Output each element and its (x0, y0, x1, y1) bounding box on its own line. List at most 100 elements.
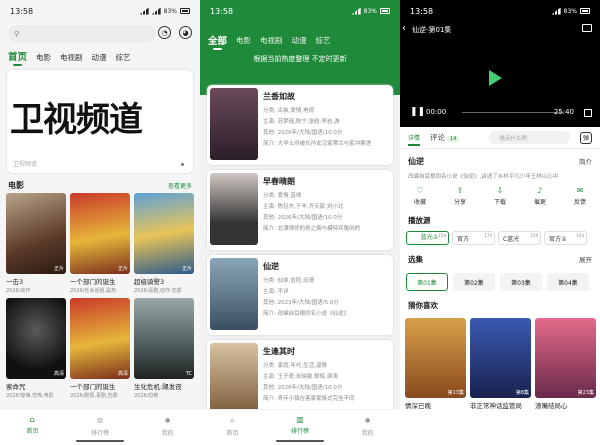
section-title: 电影 (8, 180, 24, 190)
show-description: 改编自耳根同名小说《仙逆》,讲述了乡村平凡少年王林以心中 (408, 174, 559, 180)
list-item[interactable]: 仙逆 分类: 仙侠,冒险,动漫 主演: 不详 其他: 2023年/大陆/国语/5.0分… (207, 255, 393, 335)
cast-icon[interactable] (582, 24, 592, 32)
recommend-list: 第13集 情深已晚 第8集 非正常神话监管局 第23集 渣嘴结局心 (400, 318, 600, 410)
history-icon[interactable]: ◔ (158, 26, 171, 39)
card-title: 索命咒 (6, 383, 26, 391)
danmaku-icon[interactable]: 弹 (580, 131, 592, 144)
poster: 第23集 (535, 318, 596, 398)
battery-icon (580, 8, 590, 14)
movie-card[interactable]: TC 生化危机:飓发夜 2026/恐怖 (134, 298, 194, 399)
episode-button[interactable]: 第02集 (453, 273, 495, 291)
tab-variety[interactable]: 综艺 (316, 35, 331, 46)
episode-button[interactable]: 第04集 (547, 273, 589, 291)
movie-card[interactable]: 正片 超级骑警3 2026/喜剧,动作,犯罪 (134, 193, 194, 294)
nav-mine[interactable]: ● 我的 (362, 415, 374, 437)
nav-mine[interactable]: ● 我的 (162, 415, 174, 437)
video-title: 仙逆-第01集 (412, 26, 452, 34)
list-item[interactable]: 早春晴朗 分类: 爱情,音体 主演: 陈钰杰,于羊,齐天宸,刘小北 其他: 2026年… (207, 170, 393, 250)
source-option[interactable]: 官方② 164 (544, 231, 587, 245)
recommend-card[interactable]: 第23集 渣嘴结局心 (535, 318, 596, 410)
episode-button[interactable]: 第01集 (406, 273, 448, 291)
source-header: 播放源 (408, 216, 431, 225)
progress-bar[interactable] (462, 112, 564, 113)
battery-icon (380, 8, 390, 14)
episode-button[interactable]: 第03集 (500, 273, 542, 291)
status-time: 13:58 (410, 6, 434, 16)
item-title: 仙逆 (263, 262, 279, 271)
card-sub: 2026/喜剧,动作,犯罪 (134, 288, 182, 294)
bar-chart-icon: ▥ (97, 417, 103, 424)
nav-home[interactable]: ⌂ 首页 (226, 415, 238, 437)
download-button[interactable]: ⇩ 下载 (494, 186, 506, 206)
recommend-card[interactable]: 第13集 情深已晚 (405, 318, 466, 410)
user-icon: ● (365, 417, 371, 424)
pause-icon[interactable]: ❚❚ (410, 107, 425, 117)
poster: 第8集 (470, 318, 531, 398)
tab-detail[interactable]: 详情 (408, 133, 421, 146)
home-indicator (76, 440, 124, 442)
card-sub: 2026/动作 (6, 288, 31, 294)
tab-variety[interactable]: 综艺 (116, 52, 131, 63)
recommend-card[interactable]: 第8集 非正常神话监管局 (470, 318, 531, 410)
total-time: 25:40 (553, 108, 574, 116)
status-bar: 13:58 83% (200, 0, 400, 22)
banner[interactable]: 卫视频道 卫视频道 (7, 70, 193, 173)
expand-link[interactable]: 展开 (579, 254, 592, 265)
card-sub: 2026/剧情,喜剧,犯罪 (70, 393, 118, 399)
tab-comment[interactable]: 评论 14 (430, 132, 460, 143)
movie-card[interactable]: 高清 索命咒 2026/惊悚,恐怖,电影 (6, 298, 66, 399)
category-tabs: 全部 电影 电视剧 动漫 综艺 (200, 22, 400, 52)
comment-input[interactable]: 说点什么吧 (489, 131, 570, 144)
search-icon: ⚲ (14, 29, 20, 38)
movie-card[interactable]: 高清 一个部门的诞生 2026/剧情,喜剧,犯罪 (70, 298, 130, 399)
tab-movie[interactable]: 电影 (236, 35, 251, 46)
quality-badge: 正片 (117, 266, 128, 272)
movie-card[interactable]: 正片 一击3 2026/动作 (6, 193, 66, 294)
current-time: 00:00 (426, 108, 447, 116)
nav-ranking[interactable]: ▥ 排行榜 (291, 415, 309, 435)
user-icon: ● (165, 417, 171, 424)
tab-all[interactable]: 全部 (208, 33, 227, 50)
back-icon[interactable]: ‹ (402, 23, 406, 34)
tab-home[interactable]: 首页 (8, 49, 27, 66)
search-input[interactable]: ⚲ (8, 25, 156, 42)
fullscreen-icon[interactable] (584, 109, 592, 117)
source-list: 蓝光② 159 官方 174 C蓝光 159 官方② 164 (400, 231, 600, 245)
intro-link[interactable]: 简介 (579, 156, 592, 167)
tab-anime[interactable]: 动漫 (92, 52, 107, 63)
card-sub: 2026/社会话题,是热 (70, 288, 116, 294)
poster (210, 173, 258, 245)
feedback-button[interactable]: ✉ 反馈 (574, 186, 586, 206)
tab-movie[interactable]: 电影 (36, 52, 51, 63)
home-icon: ⌂ (29, 415, 35, 424)
episode-list: 第01集 第02集 第03集 第04集 (400, 273, 600, 291)
signal-icon (551, 7, 561, 15)
item-title: 生逢其时 (263, 347, 295, 356)
favorite-button[interactable]: ♡ 收藏 (414, 186, 426, 206)
settings-icon[interactable]: ◕ (179, 26, 192, 39)
detail-tabs: 详情 评论 14 说点什么吧 弹 (400, 127, 600, 149)
category-tabs: 首页 电影 电视剧 动漫 综艺 (0, 45, 200, 66)
status-time: 13:58 (210, 6, 234, 16)
quality-badge: 高清 (53, 371, 64, 377)
source-option[interactable]: 官方 174 (452, 231, 495, 245)
item-title: 早春晴朗 (263, 177, 295, 186)
poster: TC (134, 298, 194, 379)
tab-tv[interactable]: 电视剧 (60, 52, 83, 63)
list-item[interactable]: 兰香如故 分类: 古装,爱情,电视 主演: 苏梦瑶,陈宁,张晗,李岩,游 其他: 20… (207, 85, 393, 165)
movie-grid: 正片 一击3 2026/动作 正片 一个部门的诞生 2026/社会话题,是热 正片 超级骑… (0, 193, 200, 399)
source-option[interactable]: 蓝光② 159 (406, 231, 449, 245)
card-title: 生化危机:飓发夜 (134, 383, 182, 391)
share-button[interactable]: ⇪ 分享 (454, 186, 466, 206)
tab-tv[interactable]: 电视剧 (260, 35, 283, 46)
video-player[interactable]: ‹ 仙逆-第01集 ❚❚ 00:00 25:40 (400, 22, 600, 127)
more-link[interactable]: 查看更多 (168, 181, 192, 190)
nav-ranking[interactable]: ▥ 排行榜 (91, 415, 109, 437)
list-item[interactable]: 生逢其时 分类: 家庭,年代,生活,温情 主演: 王子奇,米晓敏,黎辉,谢涛 其他: … (207, 340, 393, 420)
movie-card[interactable]: 正片 一个部门的诞生 2026/社会话题,是热 (70, 193, 130, 294)
remind-button[interactable]: ♪ 催更 (534, 186, 546, 206)
section-header: 电影 查看更多 (0, 179, 200, 191)
source-option[interactable]: C蓝光 159 (498, 231, 541, 245)
tab-anime[interactable]: 动漫 (292, 35, 307, 46)
nav-home[interactable]: ⌂ 首页 (26, 415, 38, 435)
